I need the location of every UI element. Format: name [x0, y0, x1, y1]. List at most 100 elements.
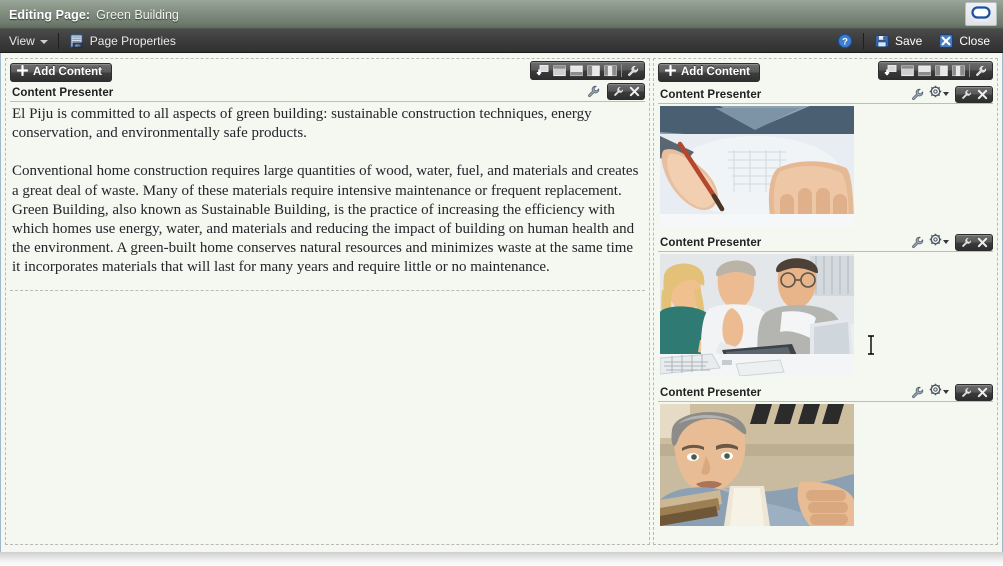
gear-menu-button[interactable] — [929, 383, 949, 401]
layout-one-column-icon[interactable] — [899, 62, 916, 79]
add-box-icon[interactable] — [882, 62, 899, 79]
plus-icon — [664, 64, 677, 79]
taskflow-button-group — [955, 233, 993, 251]
plus-icon — [16, 64, 29, 79]
layout-three-column-icon[interactable] — [950, 62, 967, 79]
page-properties-icon: xn — [69, 33, 85, 49]
wrench-icon[interactable] — [910, 235, 925, 250]
layout-toolbar-left — [530, 61, 645, 80]
title-bar: Editing Page: Green Building — [0, 0, 1003, 29]
content-image-blueprint[interactable] — [660, 106, 854, 228]
save-button[interactable]: Save — [867, 29, 929, 53]
close-button[interactable]: Close — [931, 29, 997, 53]
close-label: Close — [959, 34, 990, 48]
layout-two-column-icon[interactable] — [933, 62, 950, 79]
taskflow-title: Content Presenter — [12, 86, 114, 99]
gear-icon — [929, 233, 942, 251]
edit-wrench-icon[interactable] — [958, 87, 974, 102]
taskflow-content-presenter-left[interactable]: Content Presenter El Piju is committed t… — [10, 83, 645, 291]
chevron-down-icon — [943, 390, 949, 394]
save-label: Save — [894, 34, 923, 48]
menu-bar: View xn Page Properties ? Save Close — [0, 29, 1003, 53]
gear-menu-button[interactable] — [929, 85, 949, 103]
article-paragraph-1: El Piju is committed to all aspects of g… — [12, 106, 592, 142]
monitor-icon[interactable] — [965, 2, 997, 26]
taskflow-actions — [910, 383, 993, 401]
menu-divider — [57, 32, 59, 49]
layout-three-column-icon[interactable] — [602, 62, 619, 79]
menu-view[interactable]: View — [0, 29, 57, 53]
region-left-toolbar: Add Content — [6, 59, 649, 83]
gear-icon — [929, 383, 942, 401]
edit-wrench-icon[interactable] — [610, 84, 626, 99]
menu-view-label: View — [9, 33, 35, 48]
gear-icon — [929, 85, 942, 103]
window-shadow — [0, 552, 1003, 566]
add-content-button-left[interactable]: Add Content — [10, 62, 112, 82]
layout-two-row-icon[interactable] — [916, 62, 933, 79]
taskflow-button-group — [607, 83, 645, 100]
chevron-down-icon — [943, 92, 949, 96]
taskflow-header: Content Presenter — [658, 383, 993, 402]
add-content-label-left: Add Content — [33, 66, 102, 78]
wrench-icon[interactable] — [972, 62, 989, 79]
taskflow-button-group — [955, 85, 993, 103]
taskflow-title: Content Presenter — [660, 386, 762, 399]
editor-canvas: Add Content Content Presenter El Piju is… — [1, 54, 1002, 551]
help-button[interactable]: ? — [830, 29, 860, 53]
taskflow-actions — [586, 83, 645, 100]
taskflow-content-presenter-2[interactable]: Content Presenter — [658, 233, 993, 376]
layout-toolbar-right — [878, 61, 993, 80]
page-editor-window: Editing Page: Green Building View xn Pag… — [0, 0, 1003, 566]
article-body[interactable]: El Piju is committed to all aspects of g… — [10, 102, 645, 284]
region-right[interactable]: Add Content Content Presenter Content Pr… — [653, 58, 998, 545]
menu-page-properties-label: Page Properties — [89, 33, 176, 48]
editing-page-label: Editing Page: — [9, 7, 91, 22]
add-content-button-right[interactable]: Add Content — [658, 62, 760, 82]
edit-wrench-icon[interactable] — [958, 235, 974, 250]
layout-two-column-icon[interactable] — [585, 62, 602, 79]
taskflow-actions — [910, 233, 993, 251]
region-left[interactable]: Add Content Content Presenter El Piju is… — [5, 58, 650, 545]
title-bar-text: Editing Page: Green Building — [9, 0, 179, 29]
wrench-icon[interactable] — [624, 62, 641, 79]
close-x-icon[interactable] — [626, 84, 642, 99]
close-x-icon[interactable] — [974, 385, 990, 400]
close-x-icon — [938, 33, 954, 49]
content-image-carpenter[interactable] — [660, 404, 854, 526]
toolbar-divider — [969, 64, 970, 77]
chevron-down-icon — [943, 240, 949, 244]
taskflow-header: Content Presenter — [658, 233, 993, 252]
wrench-icon[interactable] — [910, 385, 925, 400]
layout-two-row-icon[interactable] — [568, 62, 585, 79]
article-paragraph-2: Conventional home construction requires … — [12, 163, 639, 276]
page-title: Green Building — [96, 7, 179, 22]
menu-page-properties[interactable]: xn Page Properties — [60, 29, 185, 53]
layout-one-column-icon[interactable] — [551, 62, 568, 79]
wrench-icon[interactable] — [586, 84, 601, 99]
menu-divider-right — [862, 33, 864, 49]
menu-bar-right-actions: ? Save Close — [830, 29, 997, 53]
add-box-icon[interactable] — [534, 62, 551, 79]
add-content-label-right: Add Content — [681, 66, 750, 78]
close-x-icon[interactable] — [974, 87, 990, 102]
edit-wrench-icon[interactable] — [958, 385, 974, 400]
close-x-icon[interactable] — [974, 235, 990, 250]
help-question-icon: ? — [837, 33, 853, 49]
toolbar-divider — [621, 64, 622, 77]
svg-text:?: ? — [842, 37, 848, 48]
region-right-toolbar: Add Content — [654, 59, 997, 83]
taskflow-content-presenter-3[interactable]: Content Presenter — [658, 383, 993, 526]
taskflow-actions — [910, 85, 993, 103]
taskflow-content-presenter-1[interactable]: Content Presenter — [658, 85, 993, 228]
taskflow-title: Content Presenter — [660, 236, 762, 249]
content-image-team-meeting[interactable] — [660, 254, 854, 376]
taskflow-header: Content Presenter — [10, 83, 645, 102]
chevron-down-icon — [39, 39, 48, 44]
taskflow-button-group — [955, 383, 993, 401]
wrench-icon[interactable] — [910, 87, 925, 102]
taskflow-title: Content Presenter — [660, 88, 762, 101]
save-disk-icon — [874, 33, 890, 49]
svg-text:xn: xn — [75, 42, 79, 47]
gear-menu-button[interactable] — [929, 233, 949, 251]
